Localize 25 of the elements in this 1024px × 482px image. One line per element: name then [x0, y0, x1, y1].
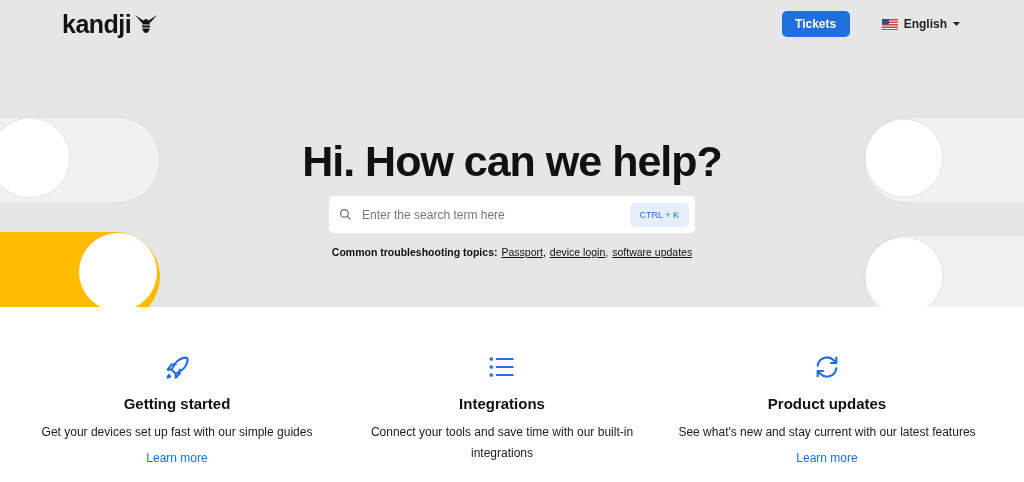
- learn-more-link[interactable]: Learn more: [146, 451, 208, 465]
- topic-link[interactable]: software updates: [612, 246, 693, 258]
- shortcut-hint: CTRL + K: [629, 202, 689, 227]
- search-icon: [339, 208, 352, 221]
- card-description: See what's new and stay current with our latest features: [678, 424, 976, 441]
- hero-title: Hi. How can we help?: [302, 136, 722, 186]
- flag-icon: [881, 18, 898, 30]
- tickets-button[interactable]: Tickets: [781, 11, 850, 37]
- search-field[interactable]: Enter the search term here CTRL + K: [329, 196, 695, 233]
- logo[interactable]: kandji: [62, 9, 132, 39]
- topics-label: Common troubleshooting topics:: [331, 246, 498, 258]
- topic-link[interactable]: Passport: [501, 246, 543, 258]
- separator: ,: [542, 246, 546, 258]
- card-title: Product updates: [767, 395, 887, 412]
- caret-icon: [953, 22, 960, 26]
- bee-icon: [133, 13, 160, 35]
- card-title: Integrations: [459, 395, 545, 412]
- card-title: Getting started: [123, 395, 231, 412]
- separator: ,: [605, 246, 609, 258]
- card-description: Connect your tools and save time with our built-in integrations: [369, 424, 635, 462]
- learn-more-link[interactable]: Learn more: [796, 451, 858, 465]
- search-input[interactable]: Enter the search term here: [360, 206, 622, 223]
- language-selector[interactable]: English: [881, 17, 960, 31]
- card-description: Get your devices set up fast with our simple guides: [41, 424, 313, 441]
- language-label: English: [903, 17, 947, 31]
